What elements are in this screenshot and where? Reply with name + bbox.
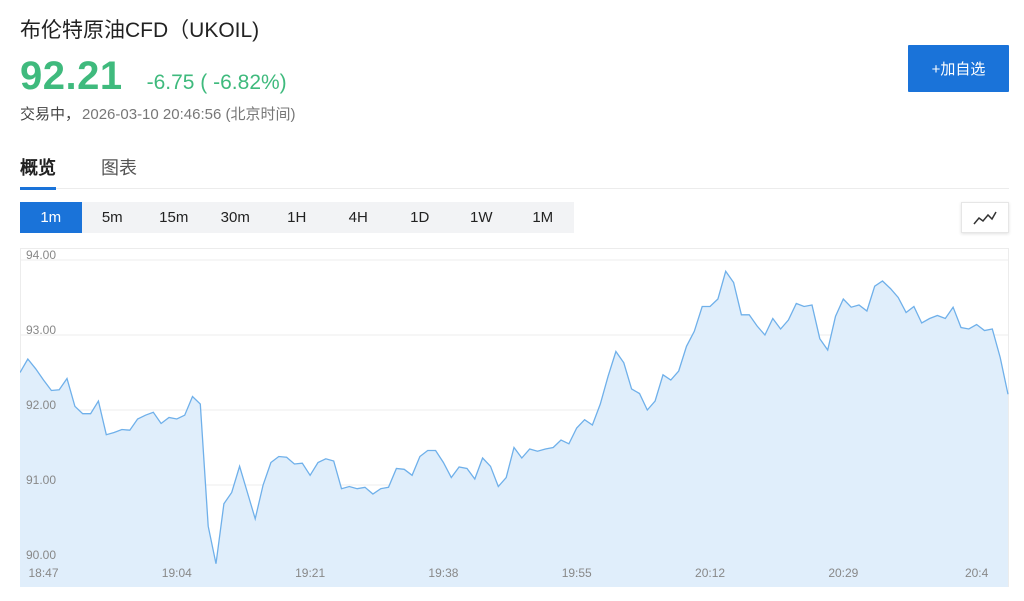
- interval-selector: 1m 5m 15m 30m 1H 4H 1D 1W 1M: [20, 202, 574, 233]
- interval-30m[interactable]: 30m: [205, 202, 267, 233]
- chart-type-button[interactable]: [961, 202, 1009, 233]
- y-tick-label: 90.00: [26, 548, 56, 562]
- x-tick-label: 20:29: [828, 566, 858, 580]
- interval-1w[interactable]: 1W: [451, 202, 513, 233]
- x-tick-label: 18:47: [29, 566, 59, 580]
- tab-bar: 概览 图表: [20, 150, 1009, 190]
- price-area-fill: [20, 271, 1008, 587]
- tab-chart[interactable]: 图表: [101, 154, 137, 187]
- y-tick-label: 92.00: [26, 398, 56, 412]
- chart-svg[interactable]: 94.00 93.00 92.00 91.00 90.00 18:47 19:04 19:21…: [20, 248, 1009, 587]
- interval-4h[interactable]: 4H: [328, 202, 390, 233]
- trading-status: 交易中， 2026-03-10 20:46:56 (北京时间): [20, 103, 295, 124]
- y-tick-label: 94.00: [26, 248, 56, 262]
- price-chart[interactable]: 94.00 93.00 92.00 91.00 90.00 18:47 19:04 19:21…: [20, 248, 1009, 587]
- y-tick-label: 93.00: [26, 323, 56, 337]
- x-tick-label: 20:4: [965, 566, 989, 580]
- last-price: 92.21: [20, 54, 123, 98]
- interval-5m[interactable]: 5m: [82, 202, 144, 233]
- add-to-watchlist-button[interactable]: +加自选: [908, 45, 1009, 92]
- interval-1mo[interactable]: 1M: [512, 202, 574, 233]
- interval-1d[interactable]: 1D: [389, 202, 451, 233]
- tab-overview[interactable]: 概览: [20, 154, 56, 190]
- y-tick-label: 91.00: [26, 473, 56, 487]
- x-tick-label: 19:38: [428, 566, 458, 580]
- x-tick-label: 20:12: [695, 566, 725, 580]
- status-time: 2026-03-10 20:46:56 (北京时间): [82, 106, 296, 123]
- x-tick-label: 19:55: [562, 566, 592, 580]
- price-row: 92.21 -6.75 ( -6.82%): [20, 54, 287, 99]
- interval-1h[interactable]: 1H: [266, 202, 328, 233]
- x-tick-label: 19:04: [162, 566, 192, 580]
- instrument-title: 布伦特原油CFD（UKOIL): [20, 19, 260, 42]
- interval-1m[interactable]: 1m: [20, 202, 82, 233]
- price-change: -6.75 ( -6.82%): [146, 71, 287, 94]
- x-tick-label: 19:21: [295, 566, 325, 580]
- interval-15m[interactable]: 15m: [143, 202, 205, 233]
- line-chart-icon: [973, 211, 997, 224]
- status-label: 交易中，: [20, 106, 81, 123]
